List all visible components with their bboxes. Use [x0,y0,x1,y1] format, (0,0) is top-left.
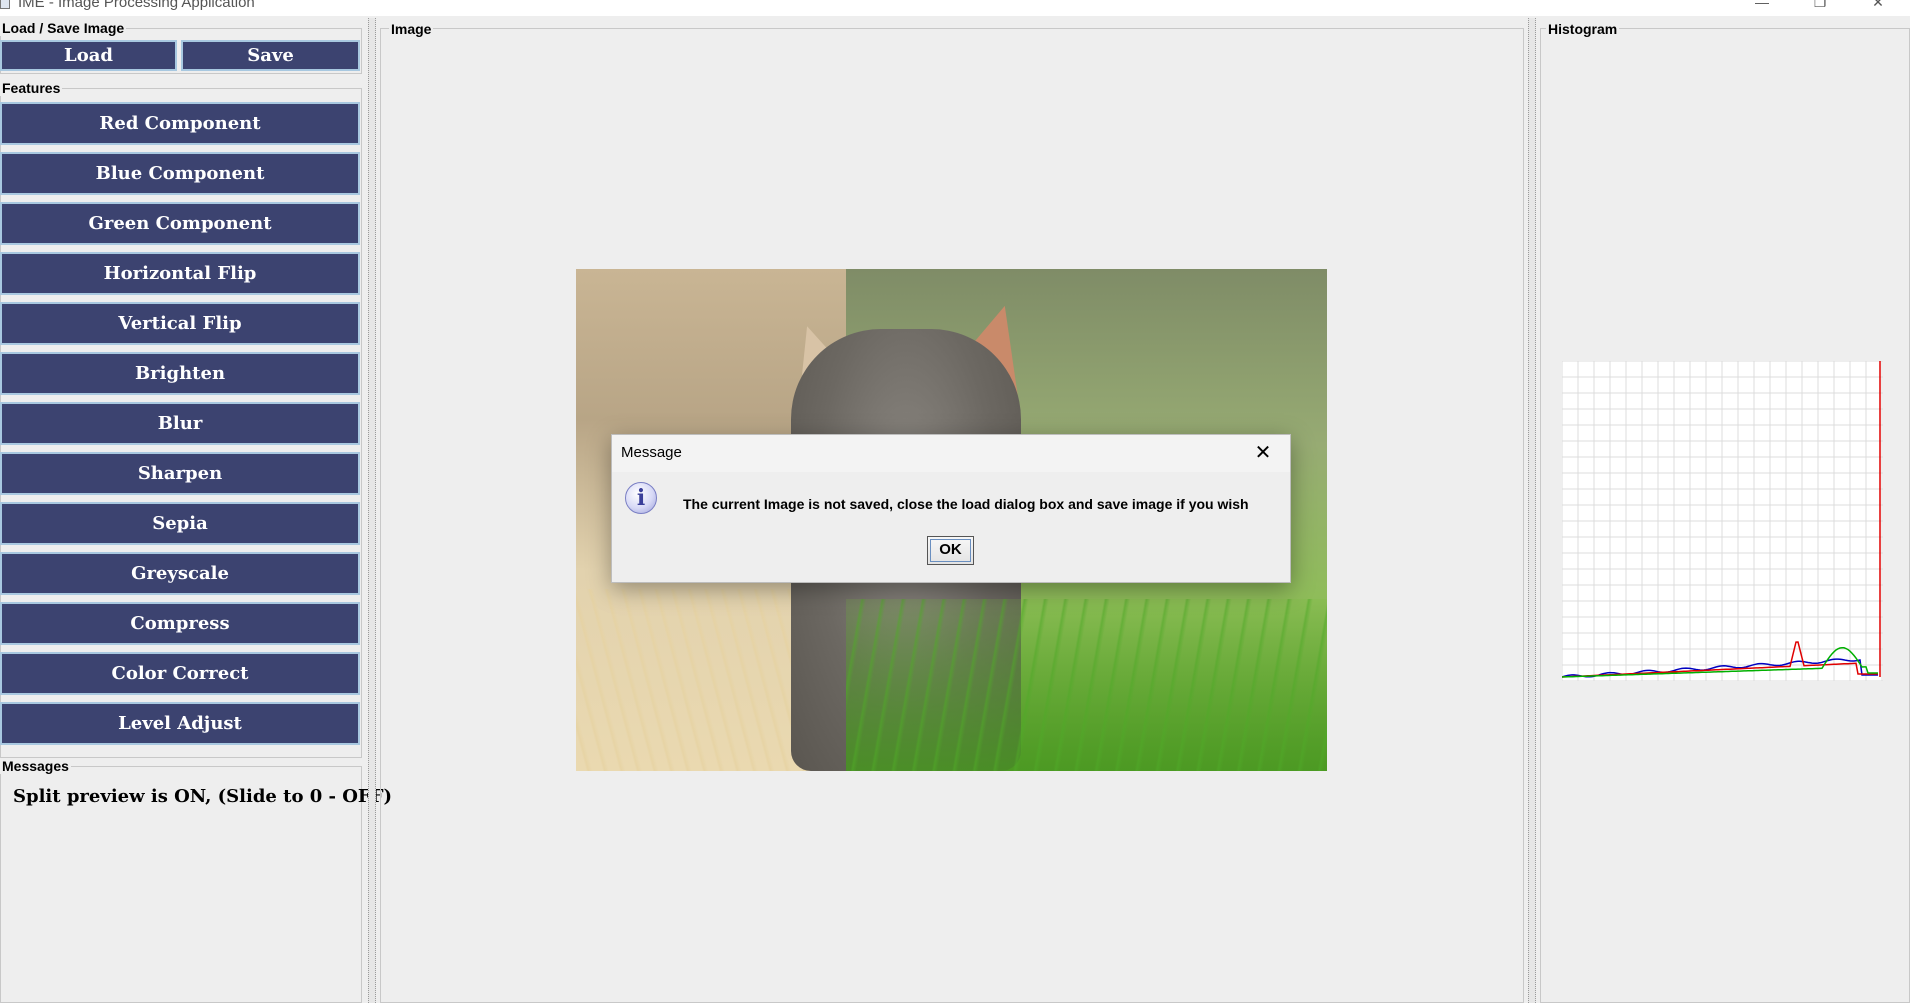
maximize-icon[interactable]: ❐ [1800,0,1840,12]
messages-title: Messages [0,758,71,774]
message-dialog: Message ✕ i The current Image is not sav… [611,434,1291,583]
left-splitter[interactable] [368,18,376,1003]
green-grass-texture [846,599,1327,771]
left-panel: Load / Save Image Load Save Features Red… [0,16,392,1003]
ok-button[interactable]: OK [927,536,974,565]
red-component-button[interactable]: Red Component [0,102,360,145]
window-title-bar: IME - Image Processing Application — ❐ ✕ [0,0,1910,16]
status-message: Split preview is ON, (Slide to 0 - OFF) [13,786,392,807]
close-window-icon[interactable]: ✕ [1858,0,1898,12]
window-title: IME - Image Processing Application [18,0,255,11]
horizontal-flip-button[interactable]: Horizontal Flip [0,252,360,295]
right-splitter[interactable] [1528,18,1536,1003]
blue-component-button[interactable]: Blue Component [0,152,360,195]
compress-button[interactable]: Compress [0,602,360,645]
blur-button[interactable]: Blur [0,402,360,445]
info-icon: i [625,482,657,514]
histogram-chart [1562,361,1883,681]
level-adjust-button[interactable]: Level Adjust [0,702,360,745]
histogram-panel-title: Histogram [1546,21,1620,37]
color-correct-button[interactable]: Color Correct [0,652,360,695]
save-button[interactable]: Save [181,40,360,71]
sharpen-button[interactable]: Sharpen [0,452,360,495]
dialog-title-bar: Message ✕ [612,435,1290,472]
load-save-title: Load / Save Image [0,20,127,36]
minimize-icon[interactable]: — [1742,0,1782,12]
image-panel-title: Image [389,21,434,37]
vertical-flip-button[interactable]: Vertical Flip [0,302,360,345]
green-component-button[interactable]: Green Component [0,202,360,245]
sepia-button[interactable]: Sepia [0,502,360,545]
brighten-button[interactable]: Brighten [0,352,360,395]
histogram-grid [1562,361,1883,681]
dialog-message: The current Image is not saved, close th… [683,496,1249,512]
greyscale-button[interactable]: Greyscale [0,552,360,595]
load-button[interactable]: Load [0,40,177,71]
close-icon[interactable]: ✕ [1249,440,1277,466]
features-title: Features [0,80,63,96]
dialog-title: Message [621,444,682,461]
app-icon [0,0,10,9]
